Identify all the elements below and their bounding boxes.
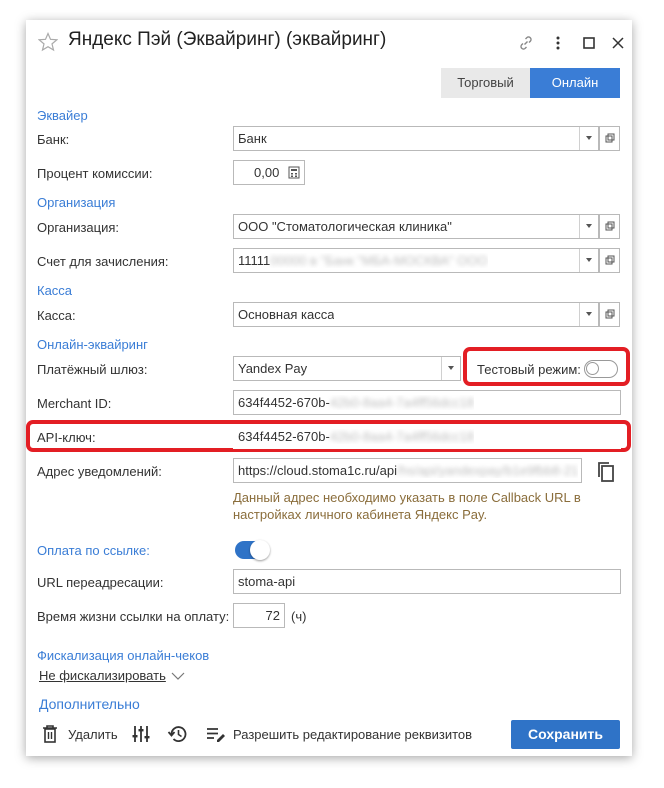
toggle-knob	[586, 362, 599, 375]
notify-url-value-redacted: /hs/api/yandexpay/b1e9fbb8-21	[396, 463, 578, 478]
api-key-field[interactable]: 634f4452-670b-42b0-8aa4-7a4ff56dcc18	[233, 424, 621, 449]
pay-by-link-toggle[interactable]	[235, 540, 270, 560]
delete-button[interactable]: Удалить	[41, 720, 118, 748]
gateway-value: Yandex Pay	[238, 361, 308, 376]
tab-online[interactable]: Онлайн	[530, 68, 620, 98]
more-icon[interactable]	[549, 34, 567, 52]
redirect-url-label: URL переадресации:	[37, 575, 164, 590]
settings-window: Яндекс Пэй (Эквайринг) (эквайринг) Торго…	[26, 20, 632, 756]
fiscal-mode-value: Не фискализировать	[39, 668, 166, 683]
section-acquirer: Эквайер	[37, 108, 88, 123]
window-title: Яндекс Пэй (Эквайринг) (эквайринг)	[68, 29, 387, 50]
organization-label: Организация:	[37, 220, 120, 235]
section-fiscalization: Фискализация онлайн-чеков	[37, 648, 210, 663]
cashbox-field[interactable]: Основная касса	[233, 302, 599, 327]
test-mode-label: Тестовый режим:	[477, 362, 581, 377]
link-icon[interactable]	[517, 34, 535, 52]
notify-url-field[interactable]: https://cloud.stoma1c.ru/api/hs/api/yand…	[233, 458, 582, 483]
section-online-acquiring: Онлайн-эквайринг	[37, 337, 148, 352]
chevron-down-icon[interactable]	[579, 215, 599, 238]
delete-label: Удалить	[68, 726, 118, 742]
merchant-id-value-redacted: 42b0-8aa4-7a4ff56dcc18	[329, 395, 475, 410]
account-label: Счет для зачисления:	[37, 254, 169, 269]
cashbox-label: Касса:	[37, 308, 76, 323]
notify-url-hint: Данный адрес необходимо указать в поле C…	[233, 490, 581, 522]
close-icon[interactable]	[609, 34, 627, 52]
merchant-id-value: 634f4452-670b-	[238, 395, 330, 410]
link-lifetime-value: 72	[265, 608, 280, 623]
bank-value: Банк	[238, 131, 267, 146]
section-cashbox: Касса	[37, 283, 73, 298]
commission-field[interactable]: 0,00	[233, 160, 305, 185]
open-icon[interactable]	[599, 214, 620, 239]
chevron-down-icon[interactable]	[579, 303, 599, 326]
edit-list-icon	[207, 728, 225, 742]
redirect-url-field[interactable]: stoma-api	[233, 569, 621, 594]
chevron-down-icon[interactable]	[579, 127, 599, 150]
allow-edit-button[interactable]: Разрешить редактирование реквизитов	[206, 720, 472, 748]
chevron-down-icon[interactable]	[579, 249, 599, 272]
account-field[interactable]: 1111100000 в "Банк "МБА-МОСКВА" ООО	[233, 248, 599, 273]
commission-value: 0,00	[254, 165, 280, 180]
account-value-redacted: 00000 в "Банк "МБА-МОСКВА" ООО	[270, 253, 488, 268]
merchant-id-field[interactable]: 634f4452-670b-42b0-8aa4-7a4ff56dcc18	[233, 390, 621, 415]
open-icon[interactable]	[599, 302, 620, 327]
allow-edit-label: Разрешить редактирование реквизитов	[233, 726, 473, 742]
gateway-select[interactable]: Yandex Pay	[233, 356, 461, 381]
api-key-value-redacted: 42b0-8aa4-7a4ff56dcc18	[329, 429, 475, 444]
bank-label: Банк:	[37, 132, 70, 147]
chevron-down-icon[interactable]	[441, 357, 461, 380]
section-organization: Организация	[37, 195, 116, 210]
bank-field[interactable]: Банк	[233, 126, 599, 151]
api-key-label: API-ключ:	[37, 430, 96, 445]
open-icon[interactable]	[599, 126, 620, 151]
account-value: 11111	[238, 253, 271, 268]
star-icon[interactable]	[38, 32, 58, 52]
api-key-value: 634f4452-670b-	[238, 429, 330, 444]
organization-field[interactable]: ООО "Стоматологическая клиника"	[233, 214, 599, 239]
pay-by-link-label[interactable]: Оплата по ссылке:	[37, 543, 150, 558]
save-button[interactable]: Сохранить	[511, 720, 620, 749]
cashbox-value: Основная касса	[238, 307, 335, 322]
section-additional[interactable]: Дополнительно	[39, 696, 140, 712]
link-lifetime-field[interactable]: 72	[233, 603, 285, 628]
redirect-url-value: stoma-api	[238, 574, 296, 589]
open-icon[interactable]	[599, 248, 620, 273]
maximize-icon[interactable]	[580, 34, 598, 52]
copy-icon[interactable]	[595, 460, 617, 484]
link-lifetime-unit: (ч)	[291, 609, 307, 624]
notify-url-value: https://cloud.stoma1c.ru/api	[238, 463, 397, 478]
trash-icon	[43, 725, 57, 743]
tab-trade[interactable]: Торговый	[441, 68, 530, 98]
fiscal-mode-dropdown[interactable]: Не фискализировать	[39, 668, 186, 683]
notify-url-label: Адрес уведомлений:	[37, 464, 162, 479]
gateway-label: Платёжный шлюз:	[37, 362, 148, 377]
settings-sliders-icon[interactable]	[131, 724, 151, 744]
merchant-id-label: Merchant ID:	[37, 396, 112, 411]
chevron-down-icon	[171, 672, 185, 680]
organization-value: ООО "Стоматологическая клиника"	[238, 219, 452, 234]
history-icon[interactable]	[167, 724, 188, 744]
calculator-icon[interactable]	[288, 166, 300, 179]
commission-label: Процент комиссии:	[37, 166, 153, 181]
link-lifetime-label: Время жизни ссылки на оплату:	[37, 609, 230, 624]
test-mode-toggle[interactable]	[584, 360, 618, 378]
toggle-knob	[250, 540, 270, 560]
